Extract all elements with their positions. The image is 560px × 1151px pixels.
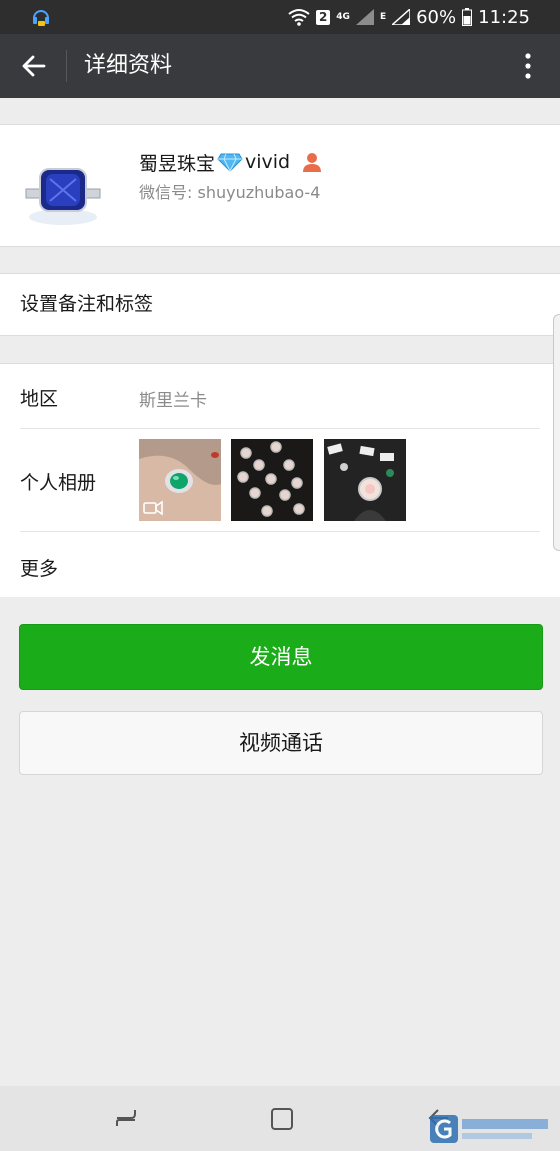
network-4g-label: 4G: [336, 12, 350, 22]
contact-name: 蜀昱珠宝 vivid: [139, 147, 322, 177]
home-icon[interactable]: [269, 1106, 295, 1132]
album-photo-3[interactable]: [324, 439, 406, 521]
album-photo-2[interactable]: [231, 439, 313, 521]
watermark-logo-icon: [430, 1115, 548, 1143]
network-e-label: E: [379, 12, 387, 22]
system-nav-bar: [0, 1086, 560, 1151]
signal-icon: [355, 9, 374, 25]
avatar[interactable]: [20, 145, 106, 231]
status-bar: 2 4G E 60% 11:25: [0, 0, 560, 34]
wechat-id: 微信号: shuyuzhubao-4: [139, 183, 321, 202]
video-call-button[interactable]: 视频通话: [19, 711, 543, 775]
region-value: 斯里兰卡: [139, 391, 207, 411]
diamond-icon: [217, 153, 243, 172]
remark-and-tags-label: 设置备注和标签: [20, 293, 154, 315]
battery-percent: 60%: [416, 6, 457, 28]
profile-card[interactable]: 蜀昱珠宝 vivid 微信号: shuyuzhubao-4: [0, 124, 560, 247]
contact-name-prefix: 蜀昱珠宝: [139, 152, 216, 175]
region-label: 地区: [20, 388, 59, 410]
arrow-left-icon[interactable]: [20, 52, 48, 80]
divider: [20, 428, 540, 429]
send-message-button[interactable]: 发消息: [19, 624, 543, 690]
divider: [20, 531, 540, 532]
signal-icon-2: [392, 9, 411, 25]
wifi-icon: [288, 9, 310, 26]
person-icon: [303, 153, 322, 172]
clock: 11:25: [478, 6, 530, 28]
sapphire-ring-image: [20, 145, 106, 231]
headset-icon: [33, 10, 49, 26]
info-card: 地区 斯里兰卡 个人相册 更多: [0, 363, 560, 597]
app-bar-divider: [66, 50, 67, 82]
page-title: 详细资料: [84, 53, 173, 78]
album-photo-1[interactable]: [139, 439, 221, 521]
more-label[interactable]: 更多: [20, 554, 58, 581]
battery-icon: [462, 8, 473, 26]
sim-badge: 2: [315, 9, 331, 25]
contact-name-suffix: vivid: [245, 151, 291, 173]
more-vertical-icon[interactable]: [524, 52, 532, 80]
recent-apps-icon[interactable]: [113, 1106, 139, 1132]
app-bar: 详细资料: [0, 34, 560, 98]
edge-panel-handle[interactable]: [553, 314, 560, 551]
remark-and-tags-row[interactable]: 设置备注和标签: [0, 273, 560, 336]
album-label: 个人相册: [20, 472, 97, 494]
